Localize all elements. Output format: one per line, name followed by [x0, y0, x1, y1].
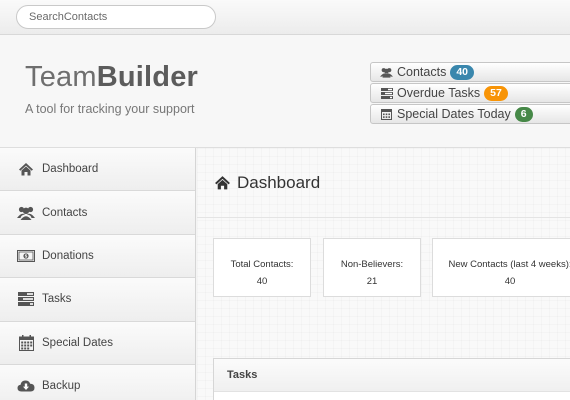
stat-card-new-contacts: New Contacts (last 4 weeks): 40 — [432, 238, 570, 297]
sidebar-item-dashboard[interactable]: Dashboard — [0, 148, 195, 192]
page-title: Dashboard — [237, 172, 321, 192]
money-icon: $ — [17, 248, 35, 264]
contacts-count-button[interactable]: Contacts 40 — [370, 62, 570, 82]
sidebar-item-label: Tasks — [42, 293, 72, 306]
users-icon — [17, 205, 35, 221]
tasks-panel: Tasks — [213, 358, 570, 400]
overdue-tasks-badge: 57 — [484, 85, 508, 101]
sidebar-item-label: Dashboard — [42, 163, 99, 176]
stat-card-non-believers: Non-Believers: 21 — [323, 238, 421, 297]
sidebar-item-special-dates[interactable]: Special Dates — [0, 321, 195, 365]
sidebar-item-contacts[interactable]: Contacts — [0, 191, 195, 235]
sidebar-item-label: Donations — [42, 249, 94, 262]
stat-label: Total Contacts: — [230, 259, 294, 270]
calendar-icon — [17, 334, 35, 351]
sidebar-item-label: Backup — [42, 380, 81, 393]
sidebar: Dashboard Contacts $ Donations Tasks Spe… — [0, 148, 196, 400]
calendar-icon — [380, 108, 393, 120]
stat-label: Non-Believers: — [340, 259, 404, 270]
tasks-icon — [380, 87, 393, 99]
special-dates-badge: 6 — [514, 106, 533, 122]
brand-light: Team — [25, 61, 97, 93]
stat-value: 40 — [256, 276, 268, 287]
sidebar-item-label: Contacts — [42, 206, 88, 219]
cloud-download-icon — [17, 378, 35, 394]
sidebar-item-donations[interactable]: $ Donations — [0, 234, 195, 279]
main-content: Dashboard Total Contacts: 40 Non-Believe… — [197, 148, 570, 400]
page-header: Dashboard — [197, 148, 570, 218]
stat-value: 21 — [366, 276, 378, 287]
search-input[interactable] — [16, 5, 216, 29]
top-bar — [0, 0, 570, 35]
sidebar-item-backup[interactable]: Backup — [0, 364, 195, 400]
brand-logo[interactable]: TeamBuilder — [25, 61, 198, 94]
sidebar-item-label: Special Dates — [42, 336, 113, 349]
contacts-count-label: Contacts — [397, 65, 447, 79]
users-icon — [380, 66, 393, 78]
home-icon — [214, 175, 232, 191]
sidebar-item-tasks[interactable]: Tasks — [0, 278, 195, 322]
overdue-tasks-label: Overdue Tasks — [397, 86, 481, 100]
special-dates-label: Special Dates Today — [397, 107, 511, 121]
tasks-icon — [17, 291, 35, 307]
stat-card-total-contacts: Total Contacts: 40 — [213, 238, 311, 297]
stat-value: 40 — [504, 276, 516, 287]
tagline: A tool for tracking your support — [25, 102, 195, 116]
stat-label: New Contacts (last 4 weeks): — [448, 259, 570, 270]
brand-bold: Builder — [96, 61, 199, 93]
overdue-tasks-button[interactable]: Overdue Tasks 57 — [370, 83, 570, 103]
contacts-badge: 40 — [450, 64, 475, 80]
special-dates-button[interactable]: Special Dates Today 6 — [370, 104, 570, 124]
header: TeamBuilder A tool for tracking your sup… — [0, 35, 570, 148]
tasks-panel-title: Tasks — [214, 359, 570, 392]
home-icon — [17, 161, 35, 177]
